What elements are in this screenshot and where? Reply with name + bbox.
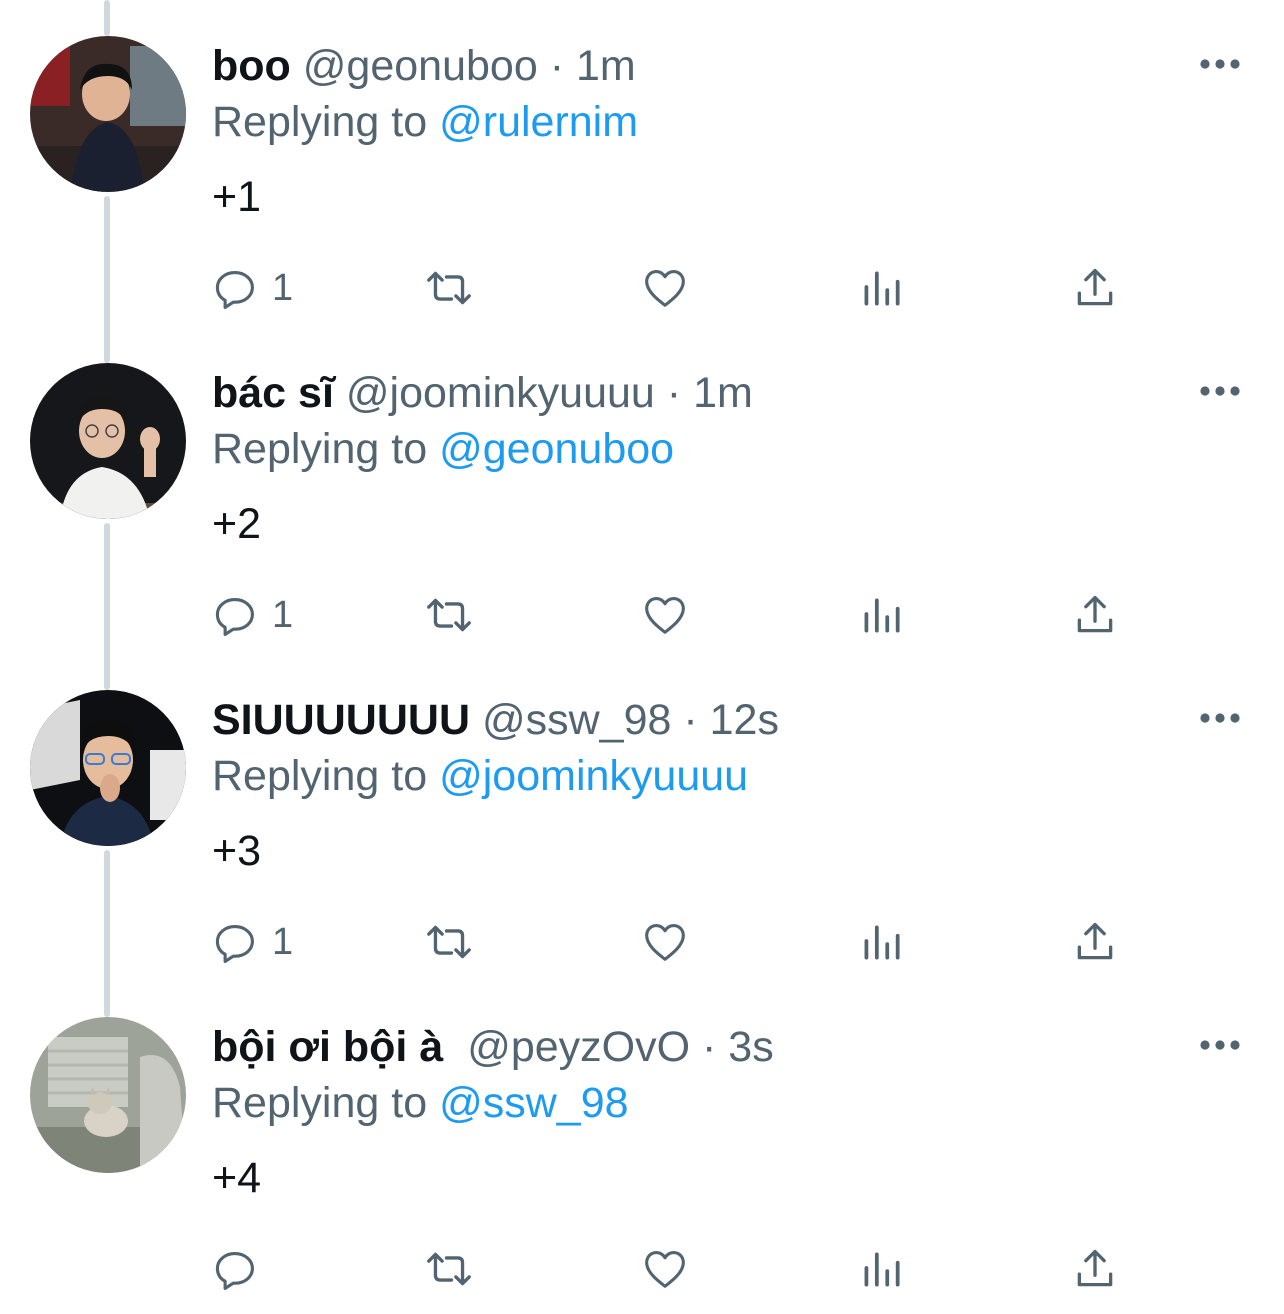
- replying-to-handle[interactable]: @joominkyuuuu: [439, 752, 748, 800]
- share-icon: [1077, 922, 1113, 960]
- more-icon[interactable]: [1198, 1033, 1242, 1057]
- display-name[interactable]: boo: [212, 42, 291, 90]
- tweet-text: +3: [212, 827, 262, 875]
- separator-dot: ·: [666, 369, 682, 417]
- timestamp[interactable]: 12s: [710, 696, 779, 744]
- replying-to-label: Replying to: [212, 1079, 428, 1127]
- user-handle[interactable]: @joominkyuuuu: [346, 369, 655, 417]
- display-name[interactable]: bội ơi bội à: [212, 1023, 443, 1071]
- avatar[interactable]: [30, 363, 186, 519]
- tweet-header: boo @geonuboo · 1m: [212, 38, 636, 94]
- views-icon: [864, 1252, 900, 1287]
- views-button[interactable]: [856, 914, 906, 970]
- views-button[interactable]: [856, 260, 906, 316]
- tweet-text: +2: [212, 500, 262, 548]
- reply-button[interactable]: 1: [212, 587, 293, 643]
- views-icon: [864, 925, 900, 960]
- avatar[interactable]: [30, 690, 186, 846]
- share-icon: [1077, 595, 1113, 633]
- like-icon: [645, 1250, 685, 1288]
- user-handle[interactable]: @geonuboo: [303, 42, 538, 90]
- views-icon: [864, 598, 900, 633]
- retweet-button[interactable]: [424, 1241, 474, 1297]
- timestamp[interactable]: 3s: [728, 1023, 773, 1071]
- retweet-button[interactable]: [424, 260, 474, 316]
- reply-button[interactable]: 1: [212, 914, 293, 970]
- more-icon[interactable]: [1198, 379, 1242, 403]
- replying-to-label: Replying to: [212, 425, 428, 473]
- like-button[interactable]: [640, 1241, 690, 1297]
- like-button[interactable]: [640, 260, 690, 316]
- like-button[interactable]: [640, 914, 690, 970]
- reply-button[interactable]: [212, 1241, 272, 1297]
- replying-to: Replying to @geonuboo: [212, 421, 674, 477]
- display-name[interactable]: SIUUUUUUU: [212, 696, 470, 744]
- tweet-header: bác sĩ @joominkyuuuu · 1m: [212, 365, 753, 421]
- views-button[interactable]: [856, 1241, 906, 1297]
- like-icon: [645, 269, 685, 307]
- reply-button[interactable]: 1: [212, 260, 293, 316]
- tweet-text: +4: [212, 1154, 262, 1202]
- avatar[interactable]: [30, 36, 186, 192]
- like-icon: [645, 923, 685, 961]
- replying-to-label: Replying to: [212, 752, 428, 800]
- retweet-icon: [427, 271, 471, 305]
- retweet-icon: [427, 925, 471, 959]
- reply-icon: [215, 598, 254, 636]
- share-icon: [1077, 268, 1113, 306]
- views-button[interactable]: [856, 587, 906, 643]
- avatar[interactable]: [30, 1017, 186, 1173]
- views-icon: [864, 271, 900, 306]
- more-icon[interactable]: [1198, 706, 1242, 730]
- share-button[interactable]: [1070, 260, 1120, 316]
- display-name[interactable]: bác sĩ: [212, 369, 334, 417]
- separator-dot: ·: [683, 696, 698, 744]
- user-handle[interactable]: @ssw_98: [482, 696, 671, 744]
- reply-count: 1: [272, 593, 294, 636]
- share-icon: [1077, 1249, 1113, 1287]
- separator-dot: ·: [549, 42, 565, 90]
- replying-to-handle[interactable]: @ssw_98: [439, 1079, 628, 1127]
- tweet-header: bội ơi bội à @peyzOvO · 3s: [212, 1019, 774, 1075]
- retweet-icon: [427, 1252, 471, 1286]
- tweet[interactable]: SIUUUUUUU @ssw_98 · 12s Replying to @joo…: [0, 654, 1284, 981]
- share-button[interactable]: [1070, 587, 1120, 643]
- more-icon[interactable]: [1198, 52, 1242, 76]
- timestamp[interactable]: 1m: [576, 42, 636, 90]
- replying-to: Replying to @rulernim: [212, 94, 638, 150]
- tweet[interactable]: bội ơi bội à @peyzOvO · 3s Replying to @…: [0, 981, 1284, 1308]
- replying-to: Replying to @ssw_98: [212, 1075, 629, 1131]
- reply-count: 1: [272, 920, 294, 963]
- user-handle[interactable]: @peyzOvO: [467, 1023, 690, 1071]
- timestamp[interactable]: 1m: [693, 369, 753, 417]
- reply-icon: [215, 271, 254, 309]
- retweet-icon: [427, 598, 471, 632]
- reply-count: 1: [272, 266, 294, 309]
- tweet[interactable]: bác sĩ @joominkyuuuu · 1m Replying to @g…: [0, 327, 1284, 654]
- share-button[interactable]: [1070, 1241, 1120, 1297]
- tweet-header: SIUUUUUUU @ssw_98 · 12s: [212, 692, 779, 748]
- reply-icon: [215, 1252, 254, 1290]
- replying-to-handle[interactable]: @rulernim: [439, 98, 638, 146]
- replying-to: Replying to @joominkyuuuu: [212, 748, 748, 804]
- like-button[interactable]: [640, 587, 690, 643]
- retweet-button[interactable]: [424, 914, 474, 970]
- like-icon: [645, 596, 685, 634]
- retweet-button[interactable]: [424, 587, 474, 643]
- separator-dot: ·: [702, 1023, 717, 1071]
- reply-icon: [215, 925, 254, 963]
- share-button[interactable]: [1070, 914, 1120, 970]
- tweet-text: +1: [212, 173, 262, 221]
- replying-to-handle[interactable]: @geonuboo: [439, 425, 674, 473]
- tweet[interactable]: boo @geonuboo · 1m Replying to @rulernim…: [0, 0, 1284, 327]
- replying-to-label: Replying to: [212, 98, 428, 146]
